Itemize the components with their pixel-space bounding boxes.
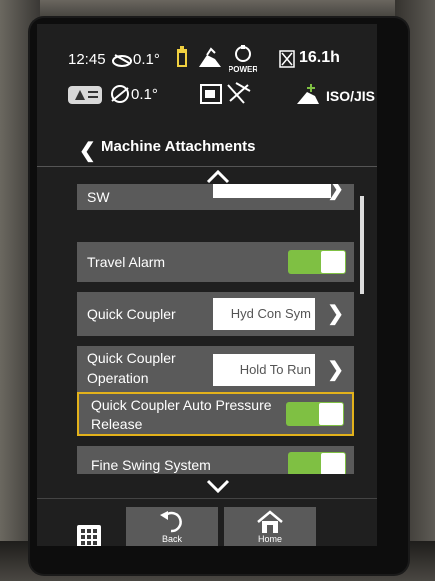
battery-icon: [177, 46, 187, 67]
tilt-readout-bottom: 0.1°: [131, 86, 158, 103]
list-item[interactable]: Quick Coupler Hyd Con Sym ❯: [77, 292, 354, 336]
page-title: Machine Attachments: [101, 138, 256, 155]
power-label: POWER: [229, 65, 257, 74]
list-item[interactable]: SW ❯: [77, 184, 354, 210]
tilt-readout-top: 0.1°: [133, 51, 160, 68]
travel-alarm-toggle[interactable]: [288, 250, 346, 274]
setting-label: Quick Coupler: [87, 350, 176, 366]
setting-label: Quick Coupler: [87, 306, 176, 322]
machine-icon: [199, 47, 221, 67]
back-label: Back: [161, 534, 182, 544]
iso-jis-standard[interactable]: ISO/JIS: [326, 88, 375, 104]
back-chevron-icon[interactable]: ❮: [79, 138, 96, 163]
back-arrow-icon: [160, 511, 182, 533]
hour-meter: 16.1h: [299, 49, 340, 66]
scrollbar[interactable]: [360, 196, 364, 294]
fine-swing-toggle[interactable]: [288, 452, 346, 474]
warning-icon[interactable]: [67, 84, 103, 106]
list-item[interactable]: Fine Swing System: [77, 446, 354, 474]
chevron-right-icon[interactable]: ❯: [327, 184, 344, 201]
home-label: Home: [257, 534, 282, 544]
setting-value[interactable]: Hold To Run: [213, 354, 315, 386]
chevron-right-icon[interactable]: ❯: [327, 301, 344, 326]
home-icon: [257, 510, 283, 533]
chevron-right-icon[interactable]: ❯: [327, 357, 344, 382]
operator-icon[interactable]: [295, 82, 321, 106]
setting-label-line2: Operation: [87, 370, 149, 386]
tilt-icon-bottom: [111, 85, 129, 103]
back-button[interactable]: Back: [126, 507, 218, 546]
clock: 12:45: [68, 51, 106, 68]
footer-nav: Back Home: [37, 498, 377, 546]
power-icon: POWER: [229, 45, 257, 74]
page-header: ❮ Machine Attachments: [37, 126, 377, 167]
chevron-down-icon[interactable]: [206, 479, 230, 493]
list-item[interactable]: Travel Alarm: [77, 242, 354, 282]
setting-label: Travel Alarm: [87, 254, 166, 270]
setting-value[interactable]: Hyd Con Sym: [213, 298, 315, 330]
tilt-icon: [112, 54, 132, 67]
setting-label: Fine Swing System: [91, 457, 211, 473]
camera-icon[interactable]: [200, 81, 256, 107]
screen: 12:45 0.1° POWER 16.1h 0.1° ISO/JIS ❮ Ma…: [37, 24, 377, 546]
list-item[interactable]: Quick Coupler Auto Pressure Release: [77, 392, 354, 436]
chevron-up-icon[interactable]: [206, 170, 230, 184]
status-bar-bottom: 0.1° ISO/JIS: [37, 78, 377, 112]
home-button[interactable]: Home: [224, 507, 316, 546]
setting-label: SW: [87, 189, 110, 205]
list-item[interactable]: Quick Coupler Operation Hold To Run ❯: [77, 346, 354, 394]
auto-pressure-release-toggle[interactable]: [286, 402, 344, 426]
setting-label: Quick Coupler Auto Pressure: [91, 397, 272, 413]
grid-icon[interactable]: [77, 525, 101, 546]
status-bar-top: 12:45 0.1° POWER 16.1h: [37, 44, 377, 74]
hourglass-icon: [279, 50, 295, 68]
setting-label-line2: Release: [91, 416, 143, 432]
settings-list: SW ❯ Travel Alarm Quick Coupler Hyd Con …: [37, 184, 377, 474]
setting-value[interactable]: [213, 184, 331, 198]
